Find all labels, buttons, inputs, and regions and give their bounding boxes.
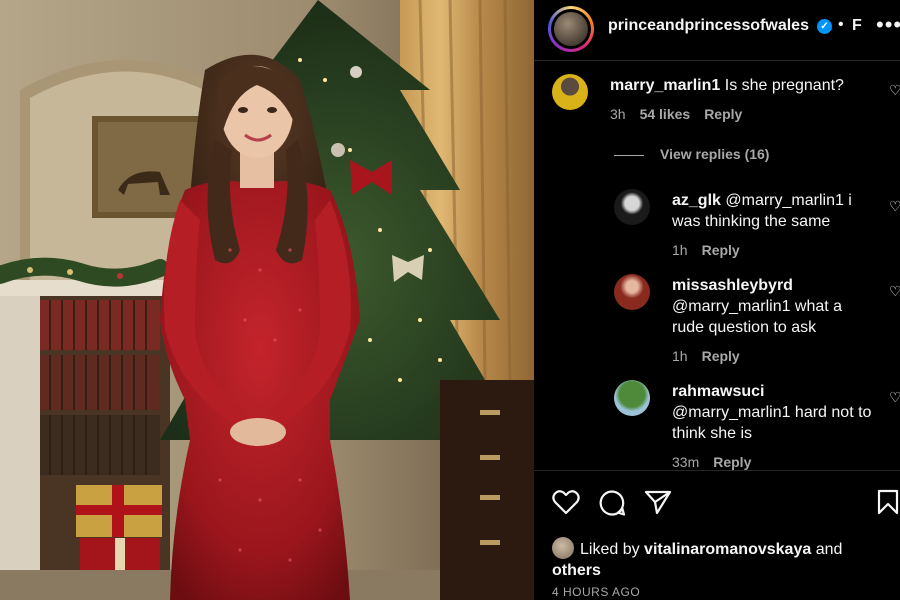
reply-body: @marry_marlin1 what a rude question to a…	[672, 298, 843, 336]
comment: marry_marlin1 Is she pregnant?	[610, 75, 870, 96]
reply-button[interactable]: Reply	[702, 348, 740, 364]
comment-like-icon[interactable]: ♡	[889, 82, 900, 99]
reply-meta: 1h Reply	[672, 242, 740, 258]
reply-button[interactable]: Reply	[713, 454, 751, 470]
reply-username[interactable]: missashleybyrd	[672, 277, 793, 294]
post-sidebar: princeandprincessofwales ✓ • F ••• marry…	[534, 0, 900, 600]
bookmark-icon[interactable]	[876, 489, 900, 515]
verified-icon: ✓	[817, 19, 832, 34]
comment-time: 3h	[610, 106, 626, 122]
share-icon[interactable]	[644, 489, 672, 515]
post-image	[0, 0, 534, 600]
reply-button[interactable]: Reply	[702, 242, 740, 258]
reply-body: @marry_marlin1 hard not to think she is	[672, 404, 872, 442]
liker-avatar[interactable]	[552, 537, 574, 559]
more-icon[interactable]: •••	[876, 12, 900, 38]
liked-by-and: and	[815, 541, 843, 558]
divider-line	[614, 154, 644, 156]
reply-comment: az_glk @marry_marlin1 i was thinking the…	[672, 190, 872, 232]
follow-button[interactable]: F	[852, 17, 862, 35]
comment-avatar[interactable]	[552, 74, 588, 110]
reply-comment: missashleybyrd @marry_marlin1 what a rud…	[672, 275, 872, 338]
author-avatar[interactable]	[548, 6, 594, 52]
reply-time: 1h	[672, 348, 688, 364]
reply-time: 33m	[672, 454, 700, 470]
view-replies-button[interactable]: View replies (16)	[614, 146, 769, 162]
author-username[interactable]: princeandprincessofwales	[608, 17, 809, 35]
comment-username[interactable]: marry_marlin1	[610, 77, 720, 94]
comment-like-icon[interactable]: ♡	[889, 198, 900, 215]
liker-username[interactable]: vitalinaromanovskaya	[644, 541, 811, 558]
comment-body: Is she pregnant?	[724, 77, 844, 94]
reply-meta: 33m Reply	[672, 454, 751, 470]
reply-comment: rahmawsuci @marry_marlin1 hard not to th…	[672, 381, 872, 444]
post-timestamp[interactable]: 4 HOURS AGO	[552, 585, 640, 599]
separator-dot: •	[838, 16, 844, 33]
reply-button[interactable]: Reply	[704, 106, 742, 122]
reply-meta: 1h Reply	[672, 348, 740, 364]
comment-like-icon[interactable]: ♡	[889, 389, 900, 406]
liked-by-prefix: Liked by	[580, 541, 640, 558]
reply-time: 1h	[672, 242, 688, 258]
post-actions: Liked by vitalinaromanovskaya and others…	[534, 470, 900, 600]
liked-by-others[interactable]: others	[552, 562, 601, 579]
comment-icon[interactable]	[598, 489, 626, 517]
heart-icon[interactable]	[552, 489, 580, 515]
reply-username[interactable]: rahmawsuci	[672, 383, 764, 400]
post-photo[interactable]	[0, 0, 534, 600]
reply-avatar[interactable]	[614, 380, 650, 416]
view-replies-label: View replies (16)	[660, 146, 770, 162]
post-header: princeandprincessofwales ✓ • F •••	[534, 0, 900, 61]
comment-meta: 3h 54 likes Reply	[610, 106, 742, 122]
reply-avatar[interactable]	[614, 189, 650, 225]
liked-by-text: Liked by vitalinaromanovskaya and others	[552, 537, 872, 581]
comment-like-icon[interactable]: ♡	[889, 283, 900, 300]
reply-avatar[interactable]	[614, 274, 650, 310]
comment-likes[interactable]: 54 likes	[640, 106, 691, 122]
reply-username[interactable]: az_glk	[672, 192, 721, 209]
